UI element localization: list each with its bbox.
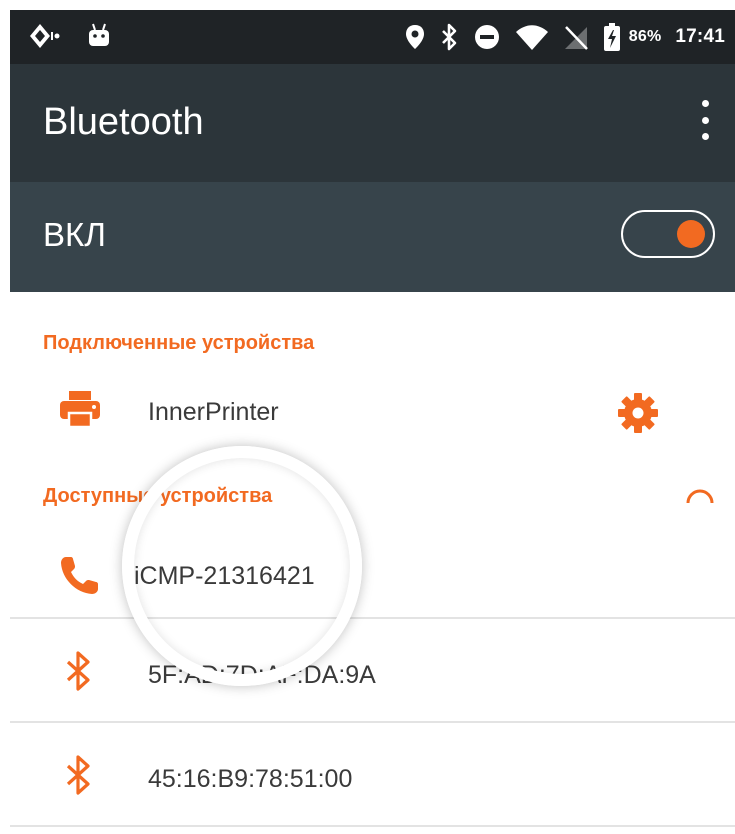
no-signal-icon (564, 26, 588, 50)
wifi-icon (515, 25, 548, 50)
bluetooth-icon (441, 23, 457, 51)
switch-knob (677, 220, 705, 248)
paired-device-row[interactable]: InnerPrinter (10, 365, 735, 460)
available-device-row[interactable]: 5F:AD:7D:AF:DA:9A (10, 619, 735, 721)
nfc-icon (30, 24, 60, 48)
row-divider (10, 825, 735, 827)
location-icon (405, 25, 424, 49)
available-device-row[interactable]: iCMP-21316421 (10, 525, 735, 617)
phone-icon (61, 557, 98, 594)
more-vert-icon[interactable] (699, 100, 711, 140)
printer-icon (60, 391, 100, 429)
bluetooth-toggle-row[interactable]: ВКЛ (10, 182, 735, 292)
spinner-icon (686, 489, 714, 504)
bluetooth-switch[interactable] (621, 210, 715, 258)
do-not-disturb-icon (474, 25, 499, 49)
app-bar: Bluetooth (10, 64, 735, 182)
battery-charging-icon (603, 23, 620, 51)
available-device-row[interactable]: 45:16:B9:78:51:00 (10, 723, 735, 825)
page-title: Bluetooth (43, 101, 204, 143)
bluetooth-icon (66, 755, 90, 795)
status-right: 86% 17:41 (405, 22, 725, 52)
clock: 17:41 (675, 26, 725, 47)
paired-devices-header: Подключенные устройства (43, 332, 315, 354)
bluetooth-icon (66, 651, 90, 691)
status-left (28, 22, 112, 50)
toggle-label: ВКЛ (43, 216, 106, 253)
status-bar: 86% 17:41 (10, 10, 735, 64)
gear-icon[interactable] (616, 391, 660, 435)
screen: 86% 17:41 Bluetooth ВКЛ Подключенные уст… (10, 10, 735, 834)
battery-percent: 86% (628, 28, 662, 45)
android-icon (89, 23, 109, 46)
device-name: 45:16:B9:78:51:00 (148, 765, 353, 793)
magnifier-highlight (122, 446, 362, 686)
device-name: InnerPrinter (148, 398, 279, 426)
